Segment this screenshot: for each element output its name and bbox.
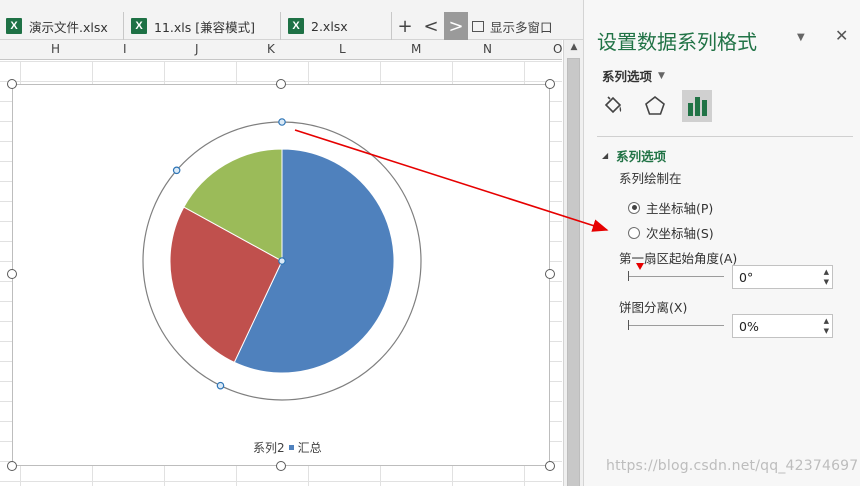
slider-track (628, 325, 724, 326)
collapse-triangle-icon: ◢ (602, 151, 609, 160)
secondary-axis-radio[interactable]: 次坐标轴(S) (628, 223, 714, 242)
file-tab-label: 2.xlsx (311, 18, 348, 34)
series-options-dropdown[interactable]: 系列选项 ▼ (602, 66, 665, 85)
fill-line-tab[interactable] (598, 90, 628, 122)
column-header[interactable]: O (553, 42, 562, 56)
resize-handle[interactable] (276, 79, 286, 89)
legend-entry-series2: 系列2 (253, 441, 285, 455)
chevron-down-icon: ▼ (658, 70, 665, 81)
first-slice-angle-slider[interactable] (628, 271, 724, 281)
format-series-pane: 设置数据系列格式 ▼ ✕ 系列选项 ▼ ◢ 系列选项 系列绘制在 主坐标轴(P)… (583, 0, 860, 486)
file-tab-label: 演示文件.xlsx (29, 19, 108, 35)
window-icon (472, 20, 484, 32)
resize-handle[interactable] (545, 461, 555, 471)
spin-down-icon[interactable]: ▼ (824, 278, 829, 286)
close-icon: ✕ (835, 26, 849, 45)
close-button[interactable]: ✕ (835, 26, 848, 45)
pie-explosion-input[interactable]: 0% ▲ ▼ (732, 314, 833, 338)
excel-file-icon: X (288, 18, 304, 34)
resize-handle[interactable] (545, 269, 555, 279)
column-headers: H I J K L M N O (0, 40, 562, 60)
scrollbar-thumb[interactable] (567, 58, 580, 486)
column-header[interactable]: J (195, 42, 199, 56)
prev-tab-button[interactable]: < (419, 12, 443, 40)
column-header[interactable]: I (123, 42, 127, 56)
legend-entry-total: 汇总 (297, 441, 322, 455)
series-selection-point[interactable] (278, 257, 286, 265)
series-selection-point[interactable] (216, 381, 225, 390)
series-selection-point[interactable] (172, 166, 181, 175)
series-options-label: 系列选项 (602, 69, 653, 84)
resize-handle[interactable] (7, 79, 17, 89)
radio-selected-icon (628, 201, 640, 214)
excel-file-icon: X (6, 18, 22, 34)
file-tab-bar: X 演示文件.xlsx X 11.xls [兼容模式] X 2.xlsx + <… (0, 0, 583, 40)
plot-series-on-label: 系列绘制在 (619, 171, 682, 186)
resize-handle[interactable] (7, 461, 17, 471)
pane-title: 设置数据系列格式 (597, 30, 757, 54)
pane-options-dropdown[interactable]: ▼ (797, 32, 805, 43)
section-series-options[interactable]: ◢ 系列选项 (602, 146, 666, 165)
column-header[interactable]: M (411, 42, 421, 56)
file-tab-demo[interactable]: X 演示文件.xlsx (0, 12, 124, 40)
first-slice-angle-input[interactable]: 0° ▲ ▼ (732, 265, 833, 289)
file-tab-11[interactable]: X 11.xls [兼容模式] (125, 12, 281, 40)
file-tab-label: 11.xls [兼容模式] (154, 19, 255, 35)
slider-knob[interactable] (628, 271, 629, 281)
spin-down-icon[interactable]: ▼ (824, 327, 829, 335)
slider-track (628, 276, 724, 277)
plus-icon: + (397, 15, 413, 37)
resize-handle[interactable] (545, 79, 555, 89)
file-tab-2[interactable]: X 2.xlsx (282, 12, 392, 40)
chevron-down-icon: ▼ (797, 32, 805, 43)
pentagon-icon (645, 95, 665, 115)
pie-chart[interactable] (13, 85, 551, 467)
first-slice-angle-value: 0° (739, 270, 754, 285)
vertical-scrollbar[interactable]: ▲ (563, 40, 583, 486)
chart-legend[interactable]: 系列2 汇总 (253, 439, 322, 456)
secondary-axis-label: 次坐标轴(S) (646, 226, 714, 241)
effects-tab[interactable] (640, 90, 670, 122)
resize-handle[interactable] (276, 461, 286, 471)
paint-bucket-icon (604, 96, 622, 114)
series-selection-point[interactable] (278, 118, 286, 126)
column-header[interactable]: K (267, 42, 275, 56)
new-tab-button[interactable]: + (393, 12, 417, 40)
resize-handle[interactable] (7, 269, 17, 279)
chart-area[interactable]: 系列2 汇总 (12, 84, 550, 466)
legend-swatch (288, 445, 294, 450)
bar-chart-icon (688, 97, 707, 116)
spin-up-icon[interactable]: ▲ (824, 268, 829, 276)
next-tab-button[interactable]: > (444, 12, 468, 40)
series-options-tab[interactable] (682, 90, 712, 122)
chevron-left-icon: < (423, 15, 439, 37)
section-title: 系列选项 (616, 149, 667, 164)
column-header[interactable]: H (51, 42, 60, 56)
pie-explosion-label: 饼图分离(X) (619, 300, 688, 315)
chevron-right-icon: > (448, 15, 464, 37)
spin-up-icon[interactable]: ▲ (824, 317, 829, 325)
column-header[interactable]: N (483, 42, 492, 56)
multi-window-label: 显示多窗口 (490, 19, 553, 35)
excel-file-icon: X (131, 18, 147, 34)
slider-knob[interactable] (628, 320, 629, 330)
watermark-text: https://blog.csdn.net/qq_42374697 (606, 458, 859, 474)
scroll-up-icon[interactable]: ▲ (567, 42, 581, 56)
show-multi-window-button[interactable]: 显示多窗口 (472, 12, 553, 40)
pie-explosion-slider[interactable] (628, 320, 724, 330)
column-header[interactable]: L (339, 42, 346, 56)
primary-axis-label: 主坐标轴(P) (646, 201, 714, 216)
radio-unselected-icon (628, 226, 640, 239)
divider (597, 136, 853, 137)
primary-axis-radio[interactable]: 主坐标轴(P) (628, 198, 713, 217)
pie-explosion-value: 0% (739, 319, 759, 334)
first-slice-angle-label: 第一扇区起始角度(A) (619, 251, 738, 266)
